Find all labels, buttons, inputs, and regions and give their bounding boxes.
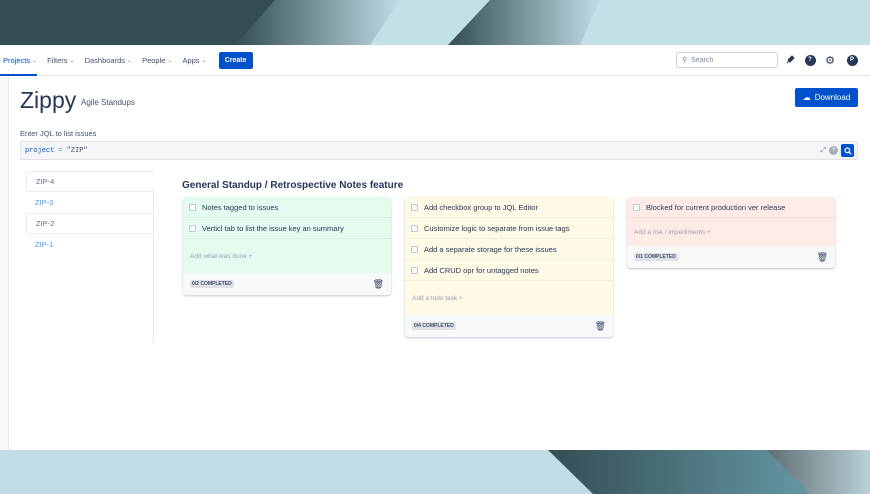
nav-projects[interactable]: Projects ⌄ [0,45,38,76]
issue-tab[interactable]: ZIP-4 [26,171,154,192]
create-button[interactable]: Create [218,51,253,69]
chevron-down-icon: ⌄ [32,57,38,64]
sidebar-strip [0,76,9,450]
search-placeholder: Search [691,56,714,64]
search-icon [843,146,852,155]
checklist-item[interactable]: Notes tagged to issues [183,197,391,218]
checklist-item[interactable]: Add CRUD opr for untagged notes [405,260,613,281]
nav-label: Dashboards [84,55,126,65]
checkbox[interactable] [633,203,640,211]
help-icon[interactable]: ? [829,146,838,155]
search-input[interactable]: ⚲ Search [676,52,778,68]
status-badge: 0/4 COMPLETED [412,322,456,330]
page-subtitle: Agile Standups [81,98,135,107]
jql-label: Enter JQL to list issues [20,129,97,138]
avatar[interactable]: P [846,54,858,66]
jql-keyword: project [25,146,55,155]
issue-tabs: ZIP-4 ZIP-3 ZIP-2 ZIP-1 [26,171,154,255]
checklist-item[interactable]: Verticl tab to list the issue key an sum… [183,218,391,239]
top-nav: Projects ⌄ Filters ⌄ Dashboards ⌄ People ⌄ A… [0,45,870,76]
item-label: Verticl tab to list the issue key an sum… [202,223,344,233]
nav-people[interactable]: People ⌄ [142,45,172,76]
issue-tab[interactable]: ZIP-1 [26,234,154,255]
download-label: Download [814,93,851,102]
checklist-item[interactable]: Add a separate storage for these issues [405,239,613,260]
todo-card: Add checkbox group to JQL Editor Customi… [405,197,613,337]
add-item-button[interactable]: Add a risk / impediments + [627,218,835,246]
checklist-item[interactable]: Blocked for current production ver relea… [627,197,835,218]
notifications-icon[interactable] [784,54,796,66]
nav-label: Filters [47,55,68,65]
impediments-card: Blocked for current production ver relea… [627,197,835,268]
issue-tab[interactable]: ZIP-3 [26,192,154,213]
item-label: Add a separate storage for these issues [424,244,557,254]
status-badge: 0/1 COMPLETED [634,253,678,261]
item-label: Blocked for current production ver relea… [646,202,786,212]
bottom-banner [0,450,870,494]
help-icon[interactable]: ? [804,54,816,66]
nav-label: People [142,55,166,65]
done-card: Notes tagged to issues Verticl tab to li… [183,197,391,295]
search-icon: ⚲ [682,57,688,64]
search-button[interactable] [841,144,854,157]
app-window: Projects ⌄ Filters ⌄ Dashboards ⌄ People ⌄ A… [0,45,870,450]
item-label: Add checkbox group to JQL Editor [424,202,538,212]
issue-tab[interactable]: ZIP-2 [26,213,154,234]
page-title: Zippy [20,87,77,113]
add-item-button[interactable]: Add what was done + [183,239,391,273]
nav-dashboards[interactable]: Dashboards ⌄ [85,45,132,76]
jql-input[interactable]: project = "ZIP" ⤢ ? [20,141,858,160]
status-badge: 0/2 COMPLETED [190,280,234,288]
jql-value: "ZIP" [66,146,88,155]
item-label: Add CRUD opr for untagged notes [424,265,539,275]
chevron-down-icon: ⌄ [127,57,133,64]
checkbox[interactable] [411,203,418,211]
nav-filters[interactable]: Filters ⌄ [47,45,74,76]
trash-icon[interactable]: 🗑 [373,279,384,290]
trash-icon[interactable]: 🗑 [817,252,828,263]
nav-apps[interactable]: Apps ⌄ [182,45,206,76]
checkbox[interactable] [411,245,418,253]
checkbox[interactable] [189,203,196,211]
gear-icon[interactable]: ⚙ [824,54,836,67]
expand-icon[interactable]: ⤢ [820,147,826,155]
jql-operator: = [58,146,63,155]
checkbox[interactable] [189,224,196,232]
download-button[interactable]: ☁ Download [795,88,858,107]
divider [153,192,154,342]
trash-icon[interactable]: 🗑 [595,321,606,332]
item-label: Customize logic to separate from issue t… [424,223,570,233]
checklist-item[interactable]: Customize logic to separate from issue t… [405,218,613,239]
nav-label: Projects [3,55,31,65]
checklist-item[interactable]: Add checkbox group to JQL Editor [405,197,613,218]
add-item-button[interactable]: Add a todo task + [405,281,613,315]
nav-label: Apps [182,55,200,65]
chevron-down-icon: ⌄ [201,57,207,64]
chevron-down-icon: ⌄ [69,57,75,64]
top-banner [0,0,870,45]
chevron-down-icon: ⌄ [167,57,173,64]
cloud-download-icon: ☁ [802,93,811,102]
section-title: General Standup / Retrospective Notes fe… [182,180,404,191]
item-label: Notes tagged to issues [202,202,279,212]
checkbox[interactable] [411,224,418,232]
checkbox[interactable] [411,266,418,274]
